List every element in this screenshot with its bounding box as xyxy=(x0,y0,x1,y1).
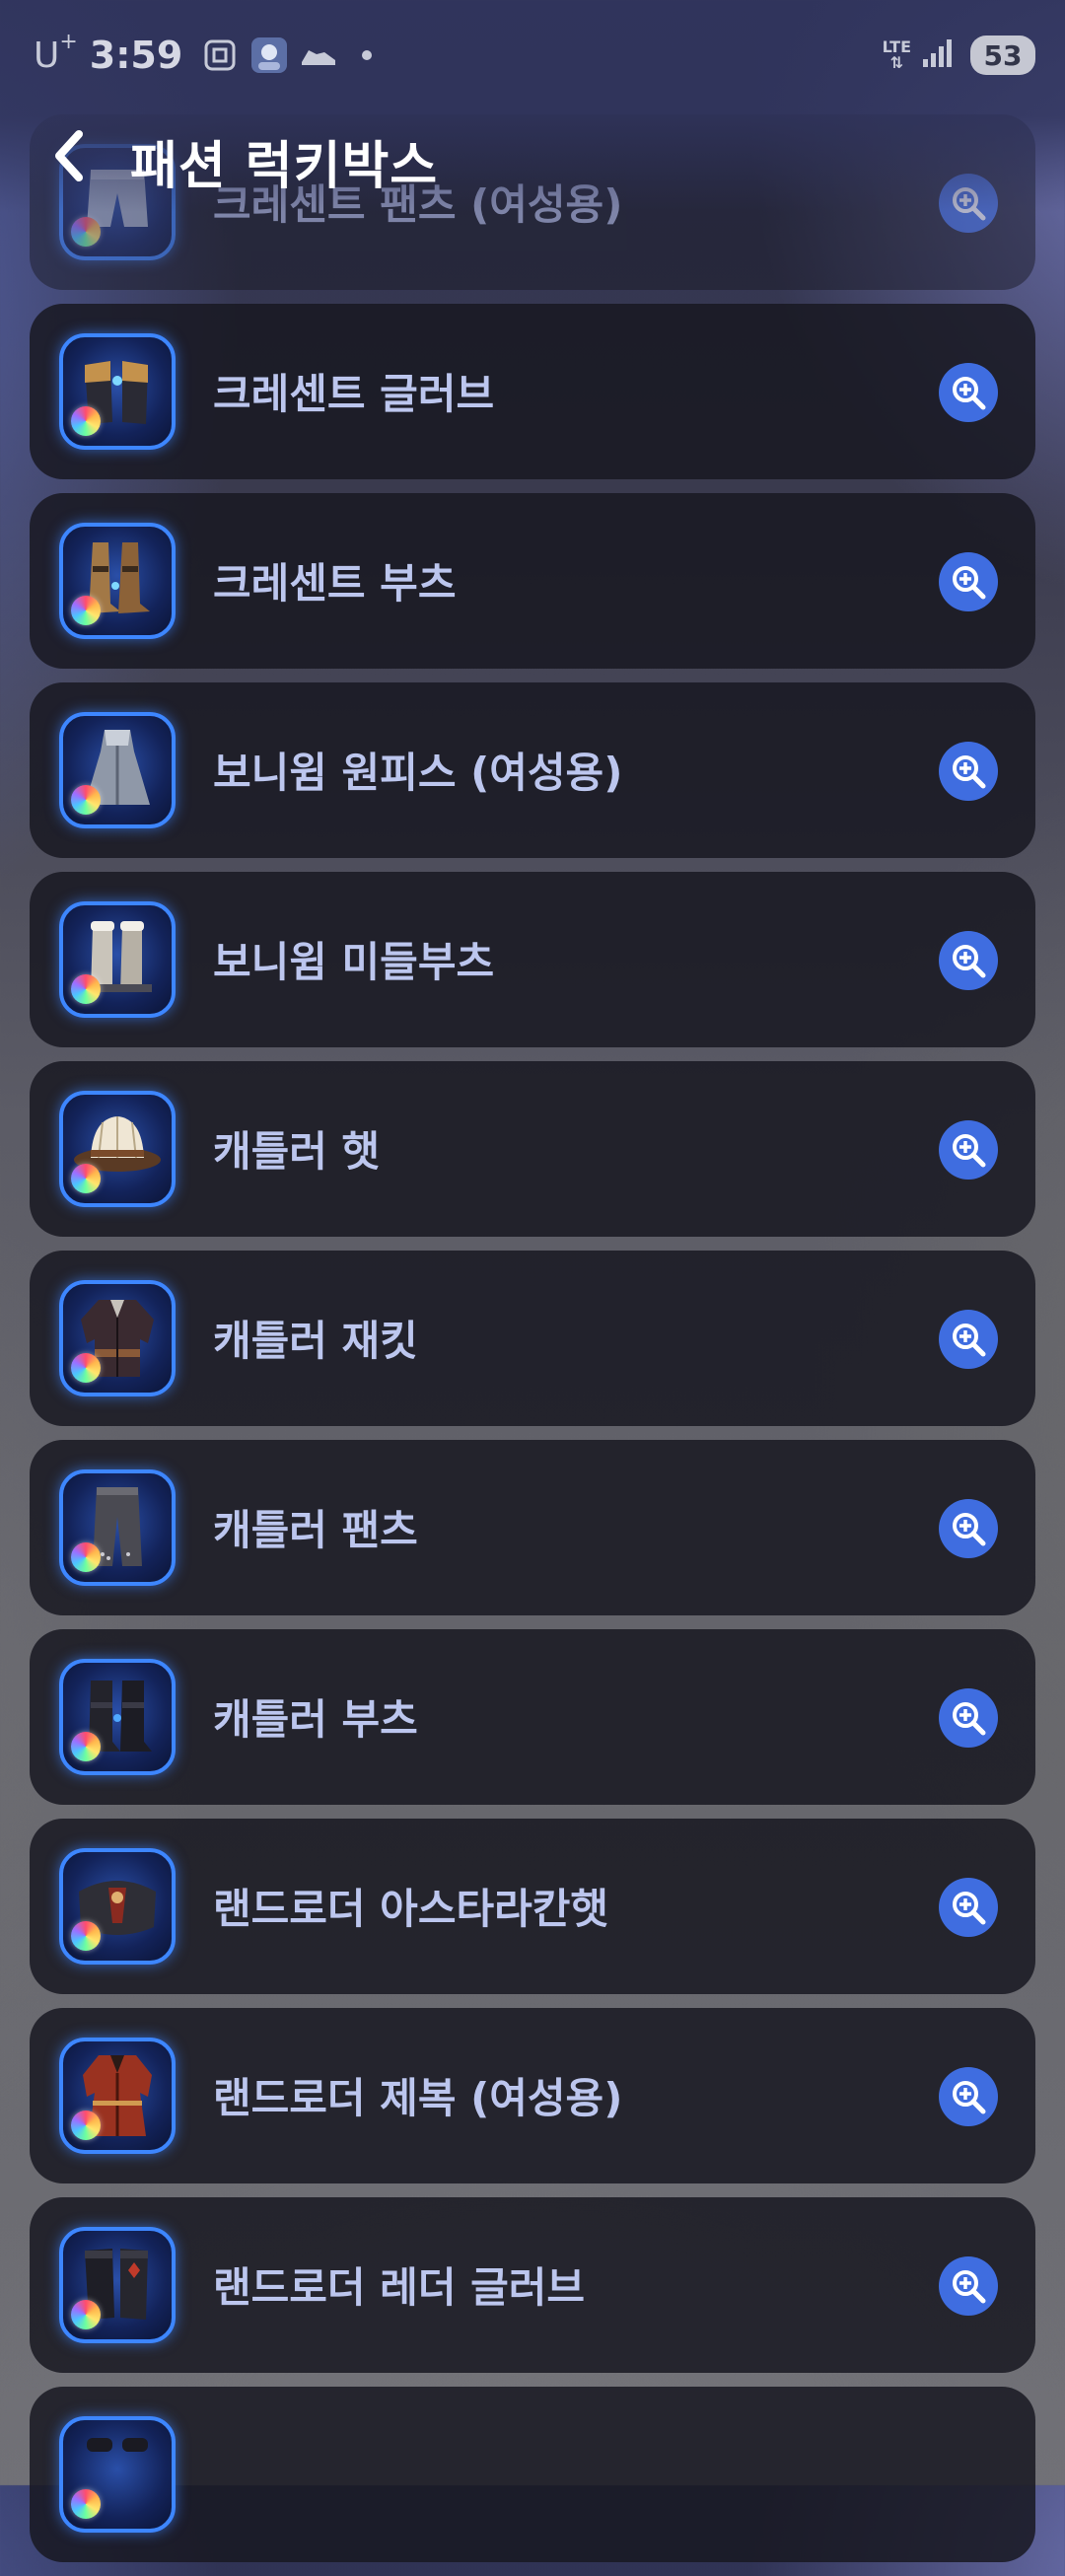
rarity-gem-icon xyxy=(71,217,101,247)
lte-indicator: LTE ⇅ xyxy=(883,39,911,71)
status-bar: U+ 3:59 LTE ⇅ 53 xyxy=(0,0,1065,118)
item-label: 캐틀러 햇 xyxy=(213,1127,381,1176)
zoom-in-icon xyxy=(953,2270,986,2304)
back-button[interactable] xyxy=(41,126,97,185)
page-title: 패션 럭키박스 xyxy=(130,137,439,196)
zoom-in-icon xyxy=(953,1513,986,1546)
rarity-gem-icon xyxy=(71,1921,101,1951)
item-label: 보니윔 원피스 (여성용) xyxy=(213,749,623,797)
list-item[interactable]: 캐틀러 부츠 xyxy=(30,1629,1035,1805)
shoe-icon xyxy=(299,36,338,75)
zoom-button[interactable] xyxy=(939,1878,998,1937)
item-thumbnail xyxy=(59,523,176,639)
item-label: 크레센트 부츠 xyxy=(213,559,457,608)
app-avatar-icon xyxy=(249,36,289,75)
rarity-gem-icon xyxy=(71,2111,101,2140)
zoom-in-icon xyxy=(953,1892,986,1925)
item-thumbnail xyxy=(59,2038,176,2154)
notification-dot-icon xyxy=(362,50,373,60)
zoom-in-icon xyxy=(953,1324,986,1357)
zoom-in-icon xyxy=(953,1134,986,1168)
item-list: 크레센트 팬츠 (여성용) 크레센트 글러브 크레센트 부츠 보니윔 원피스 (… xyxy=(30,114,1035,2576)
zoom-button[interactable] xyxy=(939,1120,998,1180)
rarity-gem-icon xyxy=(71,1353,101,1383)
carrier-plus: + xyxy=(59,29,78,54)
battery-indicator: 53 xyxy=(970,36,1035,75)
rarity-gem-icon xyxy=(71,1732,101,1761)
zoom-in-icon xyxy=(953,755,986,789)
chevron-left-icon xyxy=(55,130,83,181)
item-label: 랜드로더 아스타라칸햇 xyxy=(213,1885,609,1933)
app-header: 패션 럭키박스 xyxy=(0,110,1065,201)
zoom-in-icon xyxy=(953,566,986,600)
zoom-button[interactable] xyxy=(939,742,998,801)
rarity-gem-icon xyxy=(71,596,101,625)
zoom-button[interactable] xyxy=(939,2067,998,2126)
zoom-in-icon xyxy=(953,1702,986,1736)
item-label: 캐틀러 팬츠 xyxy=(213,1506,418,1554)
zoom-button[interactable] xyxy=(939,1499,998,1558)
list-item[interactable]: 보니윔 미들부츠 xyxy=(30,872,1035,1047)
list-item[interactable]: 랜드로더 제복 (여성용) xyxy=(30,2008,1035,2183)
status-left: U+ 3:59 xyxy=(34,30,373,77)
item-label: 캐틀러 재킷 xyxy=(213,1317,418,1365)
item-thumbnail xyxy=(59,1091,176,1207)
rarity-gem-icon xyxy=(71,974,101,1004)
rarity-gem-icon xyxy=(71,785,101,815)
item-thumbnail xyxy=(59,712,176,828)
list-item[interactable]: 캐틀러 재킷 xyxy=(30,1251,1035,1426)
carrier-label: U+ xyxy=(34,30,78,76)
zoom-button[interactable] xyxy=(939,931,998,990)
list-item[interactable]: 크레센트 부츠 xyxy=(30,493,1035,669)
item-thumbnail xyxy=(59,1280,176,1396)
item-thumbnail xyxy=(59,333,176,450)
item-thumbnail xyxy=(59,1469,176,1586)
signal-icon xyxy=(921,37,955,73)
item-thumbnail xyxy=(59,2227,176,2343)
zoom-button[interactable] xyxy=(939,1688,998,1748)
item-label: 보니윔 미들부츠 xyxy=(213,938,495,986)
item-thumbnail xyxy=(59,1659,176,1775)
item-label: 랜드로더 제복 (여성용) xyxy=(213,2074,623,2122)
zoom-in-icon xyxy=(953,945,986,978)
list-item[interactable]: 랜드로더 아스타라칸햇 xyxy=(30,1819,1035,1994)
list-item[interactable]: 캐틀러 햇 xyxy=(30,1061,1035,1237)
carrier-text: U xyxy=(34,35,60,76)
item-label: 랜드로더 레더 글러브 xyxy=(213,2263,586,2312)
zoom-button[interactable] xyxy=(939,2256,998,2316)
list-item[interactable]: 보니윔 원피스 (여성용) xyxy=(30,682,1035,858)
screenshot-icon xyxy=(200,36,240,75)
zoom-in-icon xyxy=(953,2081,986,2114)
list-item[interactable]: 캐틀러 팬츠 xyxy=(30,1440,1035,1615)
clock: 3:59 xyxy=(89,34,183,77)
rarity-gem-icon xyxy=(71,406,101,436)
list-item[interactable] xyxy=(30,2387,1035,2562)
item-label: 크레센트 글러브 xyxy=(213,370,495,418)
item-label: 캐틀러 부츠 xyxy=(213,1695,418,1744)
data-arrows-icon: ⇅ xyxy=(889,53,903,72)
rarity-gem-icon xyxy=(71,1542,101,1572)
item-thumbnail xyxy=(59,901,176,1018)
list-item[interactable]: 크레센트 글러브 xyxy=(30,304,1035,479)
item-thumbnail xyxy=(59,2416,176,2533)
rarity-gem-icon xyxy=(71,1164,101,1193)
status-right: LTE ⇅ 53 xyxy=(883,36,1035,75)
item-thumbnail xyxy=(59,1848,176,1965)
zoom-button[interactable] xyxy=(939,363,998,422)
rarity-gem-icon xyxy=(71,2300,101,2329)
rarity-gem-icon xyxy=(71,2489,101,2519)
list-item[interactable]: 랜드로더 레더 글러브 xyxy=(30,2197,1035,2373)
zoom-button[interactable] xyxy=(939,552,998,611)
zoom-in-icon xyxy=(953,377,986,410)
zoom-button[interactable] xyxy=(939,1310,998,1369)
